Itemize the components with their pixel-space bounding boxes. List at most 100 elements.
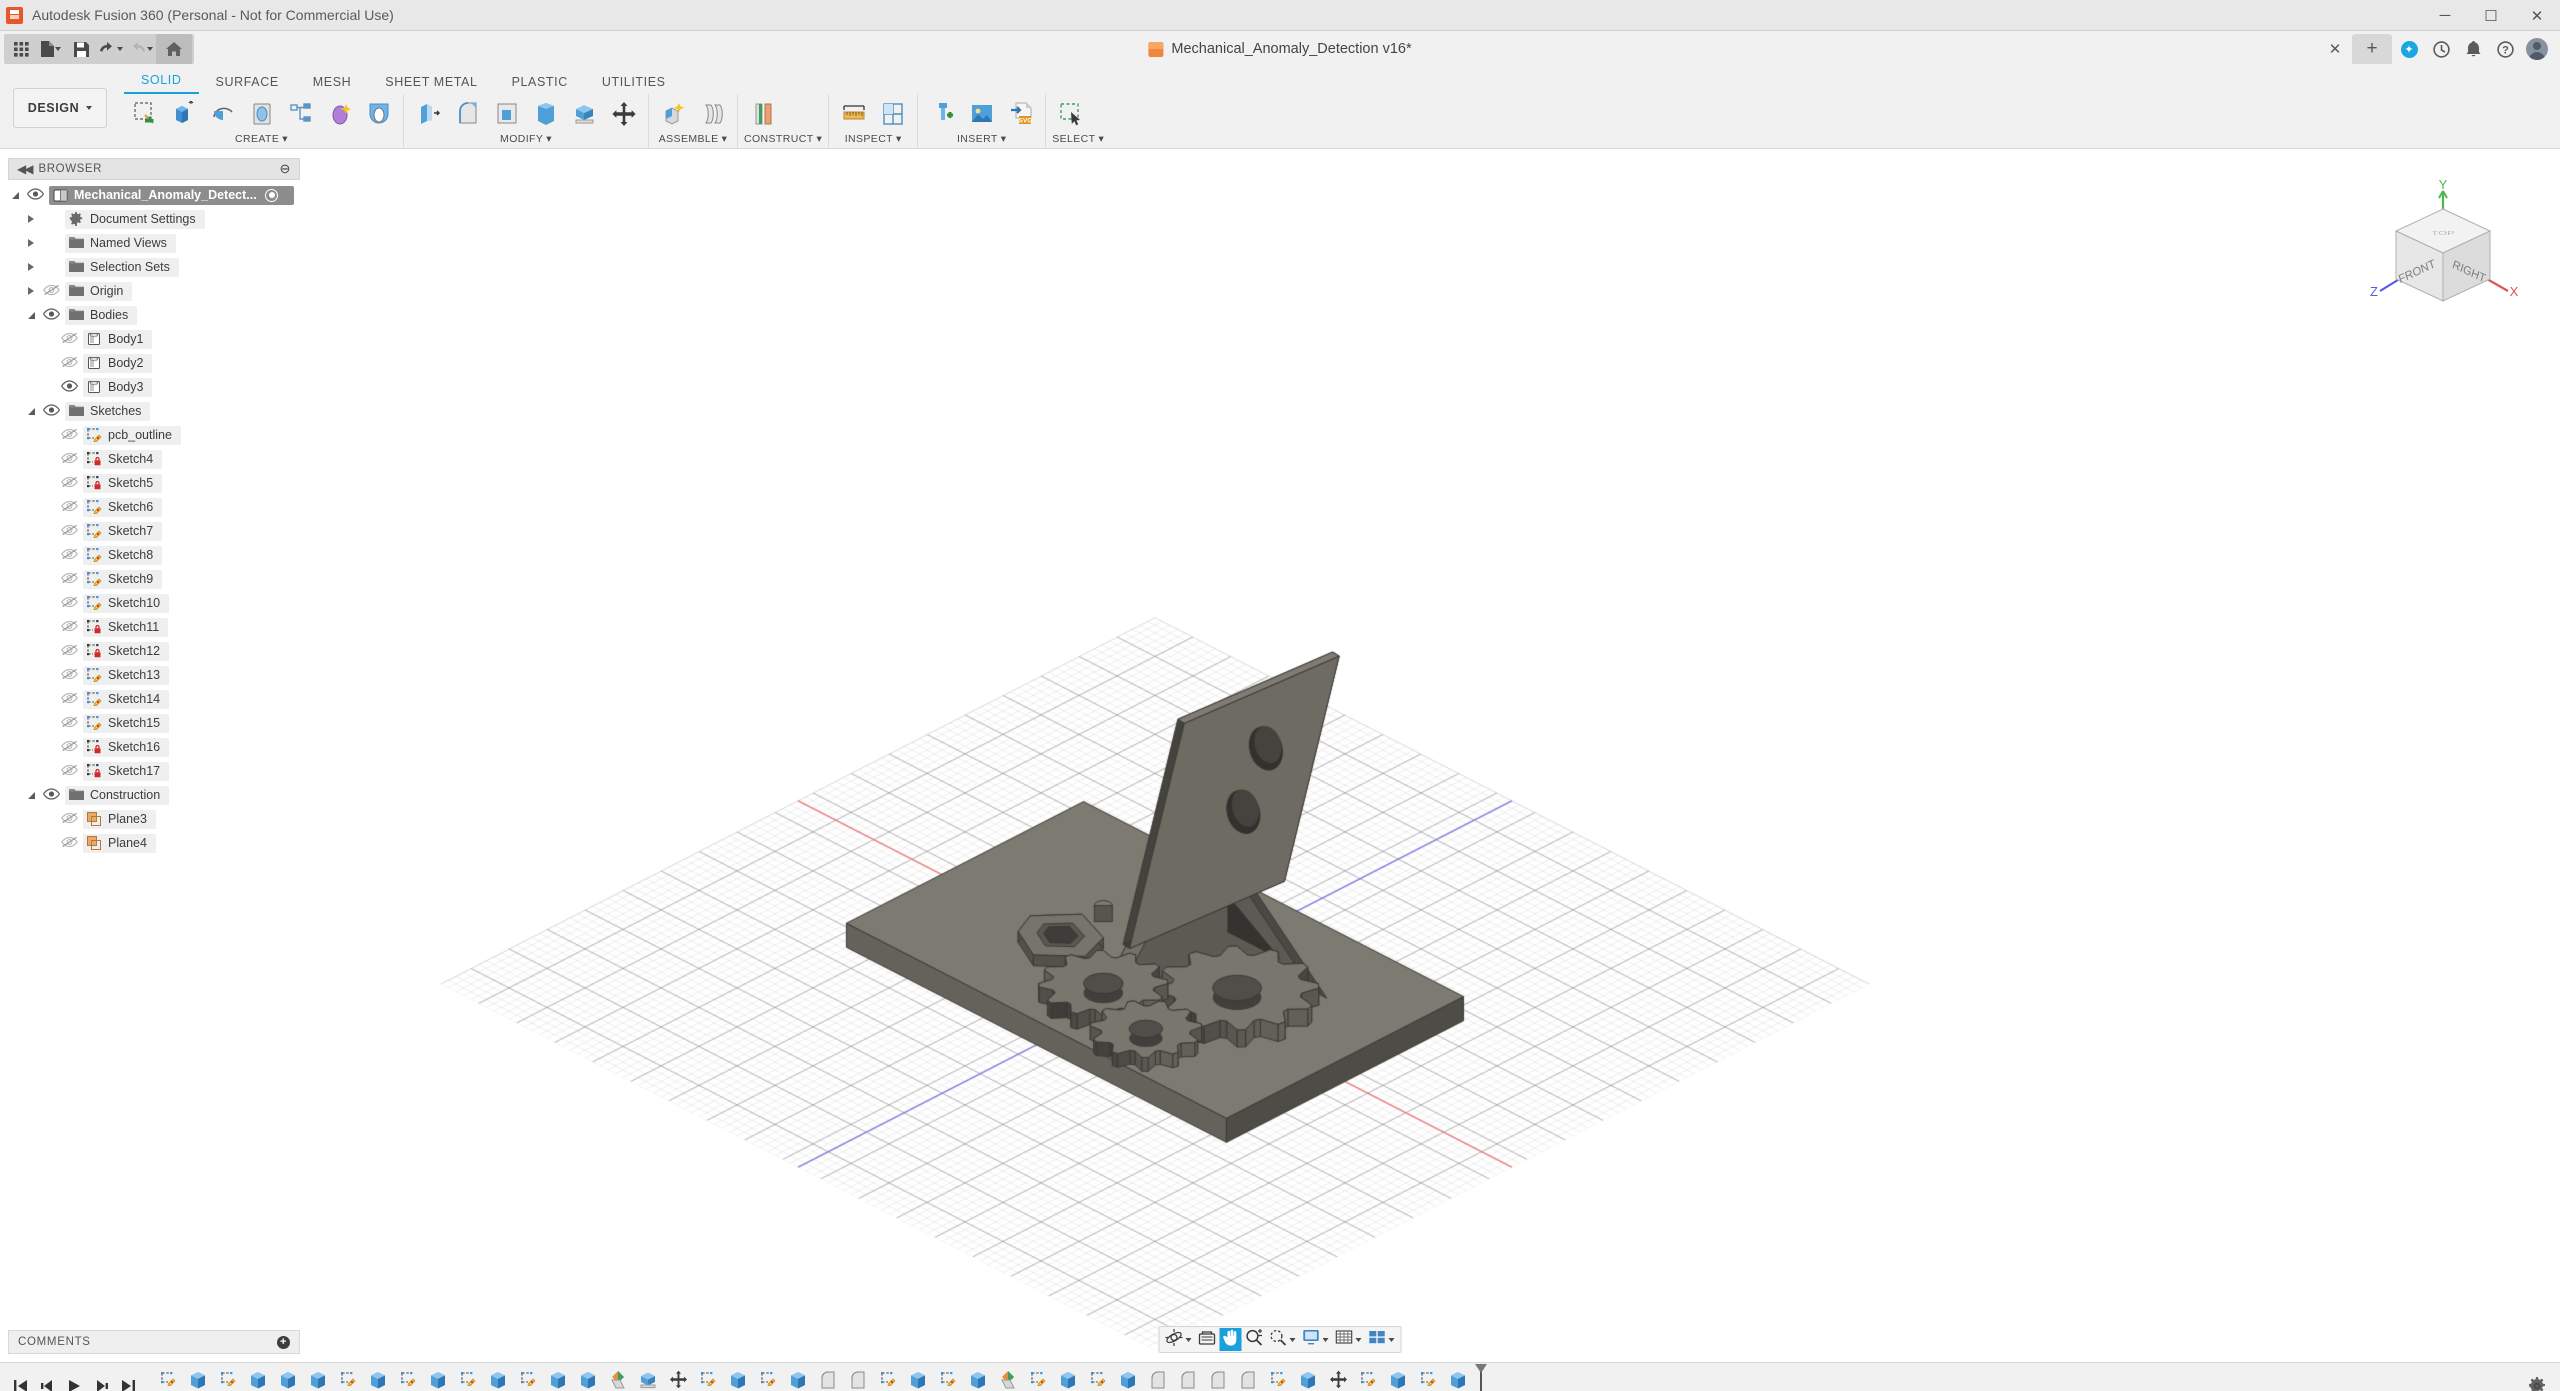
timeline-feature-move[interactable] xyxy=(663,1364,693,1391)
visibility-eye-icon[interactable] xyxy=(27,188,44,202)
visibility-eye-icon[interactable] xyxy=(43,308,60,322)
browser-item-pcb-outline[interactable]: pcb_outline xyxy=(8,423,300,447)
nav-pan-button[interactable] xyxy=(1220,1328,1242,1351)
browser-item-sketch9[interactable]: Sketch9 xyxy=(8,567,300,591)
visibility-eye-icon[interactable] xyxy=(61,740,78,754)
create-form-icon[interactable] xyxy=(360,96,397,132)
visibility-eye-icon[interactable] xyxy=(61,524,78,538)
ribbon-group-modify-label[interactable]: MODIFY ▾ xyxy=(410,133,642,148)
close-document-icon[interactable]: ✕ xyxy=(2320,34,2350,64)
browser-root-item[interactable]: Mechanical_Anomaly_Detect... xyxy=(8,183,300,207)
timeline-feature-extrude[interactable] xyxy=(183,1364,213,1391)
visibility-eye-icon[interactable] xyxy=(61,476,78,490)
play-icon[interactable] xyxy=(62,1371,86,1391)
expand-arrow-icon[interactable] xyxy=(24,239,38,247)
notifications-bell-icon[interactable] xyxy=(2458,34,2488,64)
extrude-icon[interactable] xyxy=(165,96,202,132)
browser-item-document-settings[interactable]: Document Settings xyxy=(8,207,300,231)
loft-icon[interactable] xyxy=(321,96,358,132)
timeline-feature-extrude[interactable] xyxy=(723,1364,753,1391)
browser-item-body1[interactable]: Body1 xyxy=(8,327,300,351)
redo-icon[interactable] xyxy=(126,35,156,63)
expand-arrow-icon[interactable] xyxy=(24,792,38,799)
browser-item-sketch13[interactable]: Sketch13 xyxy=(8,663,300,687)
timeline-feature-sketch[interactable] xyxy=(753,1364,783,1391)
timeline-feature-extrude[interactable] xyxy=(1383,1364,1413,1391)
undo-icon[interactable] xyxy=(96,35,126,63)
timeline-feature-sketch[interactable] xyxy=(513,1364,543,1391)
tab-utilities[interactable]: UTILITIES xyxy=(585,75,683,94)
browser-item-plane4[interactable]: Plane4 xyxy=(8,831,300,855)
new-component-icon[interactable] xyxy=(655,96,692,132)
ribbon-group-create-label[interactable]: CREATE ▾ xyxy=(126,133,397,148)
timeline-feature-fillet[interactable] xyxy=(843,1364,873,1391)
browser-item-named-views[interactable]: Named Views xyxy=(8,231,300,255)
browser-item-origin[interactable]: Origin xyxy=(8,279,300,303)
insert-svg-icon[interactable]: SVG xyxy=(1002,96,1039,132)
timeline-feature-extrude[interactable] xyxy=(543,1364,573,1391)
timeline-feature-extrude[interactable] xyxy=(573,1364,603,1391)
browser-item-sketch7[interactable]: Sketch7 xyxy=(8,519,300,543)
browser-item-sketch6[interactable]: Sketch6 xyxy=(8,495,300,519)
timeline-settings-gear-icon[interactable] xyxy=(2524,1373,2550,1391)
visibility-eye-icon[interactable] xyxy=(61,332,78,346)
step-forward-icon[interactable] xyxy=(89,1371,113,1391)
timeline-feature-sketch[interactable] xyxy=(393,1364,423,1391)
press-pull-icon[interactable] xyxy=(410,96,447,132)
insert-mcmaster-icon[interactable] xyxy=(924,96,961,132)
timeline-feature-extrude[interactable] xyxy=(783,1364,813,1391)
timeline-feature-sketch[interactable] xyxy=(933,1364,963,1391)
nav-display-settings-button[interactable] xyxy=(1300,1328,1332,1351)
expand-arrow-icon[interactable] xyxy=(24,263,38,271)
timeline-feature-sketch[interactable] xyxy=(1023,1364,1053,1391)
expand-arrow-icon[interactable] xyxy=(24,215,38,223)
home-icon[interactable] xyxy=(156,34,192,64)
ribbon-group-construct-label[interactable]: CONSTRUCT ▾ xyxy=(744,133,822,148)
tab-surface[interactable]: SURFACE xyxy=(199,75,296,94)
browser-item-sketch14[interactable]: Sketch14 xyxy=(8,687,300,711)
help-icon[interactable]: ? xyxy=(2490,34,2520,64)
expand-arrow-icon[interactable] xyxy=(8,192,22,199)
timeline-feature-extrude[interactable] xyxy=(483,1364,513,1391)
visibility-eye-icon[interactable] xyxy=(61,644,78,658)
timeline-playhead[interactable] xyxy=(1475,1364,1488,1391)
timeline-feature-sketch[interactable] xyxy=(1083,1364,1113,1391)
tab-plastic[interactable]: PLASTIC xyxy=(495,75,585,94)
browser-item-sketch10[interactable]: Sketch10 xyxy=(8,591,300,615)
draft-icon[interactable] xyxy=(527,96,564,132)
avatar[interactable] xyxy=(2522,34,2552,64)
visibility-eye-icon[interactable] xyxy=(43,788,60,802)
sweep-icon[interactable] xyxy=(243,96,280,132)
browser-item-sketch8[interactable]: Sketch8 xyxy=(8,543,300,567)
timeline-feature-fillet[interactable] xyxy=(1173,1364,1203,1391)
rib-icon[interactable] xyxy=(282,96,319,132)
visibility-eye-icon[interactable] xyxy=(61,428,78,442)
visibility-eye-icon[interactable] xyxy=(61,668,78,682)
timeline-feature-sketch[interactable] xyxy=(453,1364,483,1391)
visibility-eye-icon[interactable] xyxy=(61,572,78,586)
timeline-feature-sketch[interactable] xyxy=(1353,1364,1383,1391)
browser-item-sketch16[interactable]: Sketch16 xyxy=(8,735,300,759)
timeline-feature-appearance[interactable] xyxy=(993,1364,1023,1391)
shell-icon[interactable] xyxy=(488,96,525,132)
browser-item-sketch15[interactable]: Sketch15 xyxy=(8,711,300,735)
visibility-eye-icon[interactable] xyxy=(61,548,78,562)
timeline-feature-extrude[interactable] xyxy=(1293,1364,1323,1391)
timeline-feature-extrude[interactable] xyxy=(273,1364,303,1391)
visibility-eye-icon[interactable] xyxy=(43,284,60,298)
browser-item-sketches[interactable]: Sketches xyxy=(8,399,300,423)
browser-item-sketch12[interactable]: Sketch12 xyxy=(8,639,300,663)
timeline-feature-appearance[interactable] xyxy=(603,1364,633,1391)
timeline-feature-sketch[interactable] xyxy=(153,1364,183,1391)
timeline-feature-extrude[interactable] xyxy=(963,1364,993,1391)
timeline-feature-extrude[interactable] xyxy=(423,1364,453,1391)
new-file-icon[interactable] xyxy=(36,35,66,63)
joint-icon[interactable] xyxy=(694,96,731,132)
timeline-feature-fillet[interactable] xyxy=(1203,1364,1233,1391)
timeline-feature-fillet[interactable] xyxy=(813,1364,843,1391)
timeline-feature-extrude[interactable] xyxy=(903,1364,933,1391)
comments-panel[interactable]: COMMENTS + xyxy=(8,1330,300,1354)
decal-icon[interactable] xyxy=(963,96,1000,132)
timeline-feature-extrude[interactable] xyxy=(363,1364,393,1391)
job-status-icon[interactable] xyxy=(2426,34,2456,64)
